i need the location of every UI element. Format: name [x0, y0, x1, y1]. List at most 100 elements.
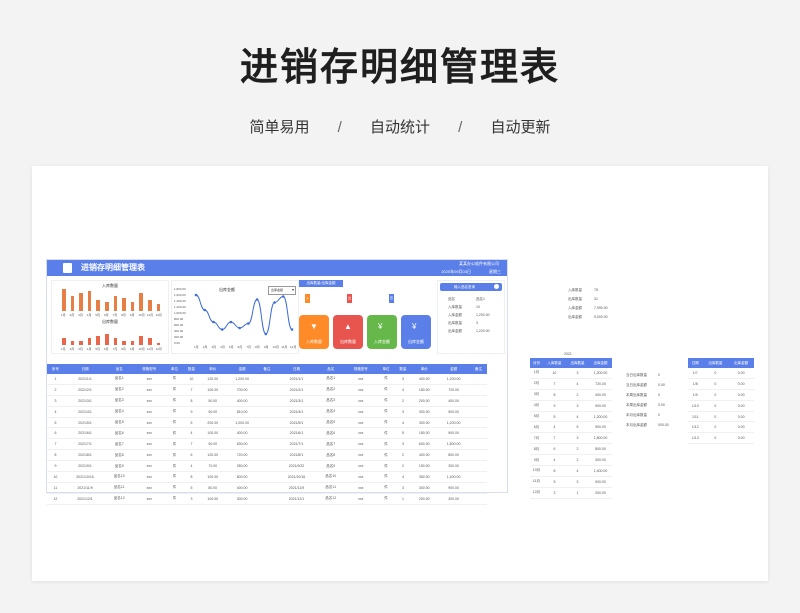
- month-tick-label: 1月: [61, 313, 66, 317]
- tag-query[interactable]: 查询: [389, 294, 394, 309]
- chart-bar: [156, 342, 161, 345]
- table-row[interactable]: 1/11 0 0.00: [688, 411, 754, 423]
- table-cell: 700.00: [225, 384, 259, 396]
- table-row[interactable]: 1 2021/1/1 品名1 xxx 件 10 120.00 1,200.00 2021/1/1…: [47, 374, 487, 385]
- table-row[interactable]: 12 2021/12/1 品名12 xxx 件 3 100.00 300.00 2021/12/…: [47, 493, 487, 505]
- table-row[interactable]: 2月 7 4 720.00: [530, 378, 612, 390]
- column-header: 品名: [106, 364, 133, 374]
- query-value: 1,220.00: [476, 329, 490, 333]
- summary-key: 出库数量: [568, 297, 582, 301]
- table-row[interactable]: 5 2021/5/1 品名5 xxx 件 5 200.00 1,000.00 2021/5/1 品…: [47, 417, 487, 429]
- table-cell: 180.00: [411, 427, 438, 440]
- table-cell: [258, 493, 276, 505]
- table-row[interactable]: 5月 5 4 1,200.00: [530, 411, 612, 423]
- table-cell: 3月: [530, 389, 543, 401]
- table-row[interactable]: 1月 10 3 1,200.00: [530, 368, 612, 379]
- table-row[interactable]: 4 2021/4/1 品名4 xxx 件 9 90.00 810.00 2021/4/1 品名4 x…: [47, 406, 487, 418]
- table-cell: 1: [394, 493, 412, 505]
- table-cell: 80.00: [199, 482, 226, 494]
- table-cell: 200.00: [411, 395, 438, 407]
- table-row[interactable]: 7月 7 3 1,800.00: [530, 432, 612, 445]
- column-header: 单价: [411, 364, 438, 374]
- table-cell: 2: [565, 389, 589, 401]
- column-header: 规格型号: [132, 364, 167, 374]
- table-row[interactable]: 1/12 0 0.00: [688, 421, 754, 434]
- table-cell: 5: [542, 411, 566, 423]
- table-cell: 品名3: [106, 395, 133, 407]
- table-cell: 2021/7/1: [63, 438, 107, 451]
- query-value: 品名1: [476, 297, 485, 301]
- table-row[interactable]: 9 2021/9/1 品名9 xxx 件 4 70.00 280.00 2021/9/22 品名9…: [47, 460, 487, 473]
- in-amount-button[interactable]: ¥ 入库金额: [367, 315, 397, 349]
- data-point: [212, 320, 215, 324]
- table-cell: 4: [565, 465, 589, 477]
- table-cell: 2: [394, 449, 412, 462]
- month-tick-label: 5月: [95, 313, 101, 317]
- table-row[interactable]: 1/8 0 0.00: [688, 378, 754, 390]
- tag-out[interactable]: 出库: [347, 294, 352, 309]
- out-amount-button[interactable]: ¥ 出库金额: [401, 315, 431, 349]
- table-cell: xxx: [132, 374, 167, 385]
- table-cell: 1,800.00: [588, 432, 612, 445]
- table-cell: 3: [542, 487, 566, 499]
- chart-bar: [148, 338, 152, 345]
- column-header: 单价: [199, 364, 226, 374]
- table-cell: 720.00: [437, 384, 470, 396]
- table-row[interactable]: 3月 8 2 400.00: [530, 389, 612, 401]
- table-cell: 280.00: [225, 460, 259, 473]
- table-row[interactable]: 6 2021/6/1 品名6 xxx 件 4 100.00 400.00 2021/6/1 品名6…: [47, 427, 487, 440]
- table-row[interactable]: 12月 3 1 200.00: [530, 487, 612, 499]
- table-row[interactable]: 6月 4 5 900.00: [530, 421, 612, 434]
- table-cell: 150.00: [411, 460, 438, 473]
- table-row[interactable]: 8月 6 2 800.00: [530, 443, 612, 456]
- table-cell: 件: [166, 374, 183, 385]
- table-cell: 2: [394, 395, 412, 407]
- table-row[interactable]: 1/7 0 0.00: [688, 368, 754, 379]
- table-row[interactable]: 2 2021/2/1 品名2 xxx 件 7 100.00 700.00 2021/2/1 品名2…: [47, 384, 487, 396]
- feature-easy: 简单易用: [249, 119, 310, 136]
- in-quantity-button[interactable]: ▼ 入库数量: [299, 315, 329, 349]
- sheet-header: 进销存明细管理表 某某办公软件有限公司 2020年09月03日 星期三: [47, 260, 507, 276]
- table-cell: 1月: [530, 368, 543, 379]
- table-cell: xxx: [132, 417, 167, 429]
- table-cell: 400.00: [225, 427, 259, 440]
- daily-header-row: 日期 出库数量 出库金额: [688, 358, 754, 368]
- query-header[interactable]: 输入品名查询: [440, 283, 502, 291]
- table-cell: 6: [182, 449, 200, 462]
- chart-bar: [87, 291, 92, 311]
- table-row[interactable]: 1/10 0 0.00: [688, 400, 754, 412]
- table-cell: 350.00: [411, 471, 438, 483]
- table-cell: 4: [565, 378, 589, 390]
- table-row[interactable]: 4月 9 3 900.00: [530, 400, 612, 412]
- table-cell: 800.00: [588, 443, 612, 456]
- table-row[interactable]: 11 2021/11/9 品名11 xxx 件 5 80.00 400.00 2021/11/9…: [47, 482, 487, 494]
- table-cell: 0.00: [728, 421, 754, 434]
- period-value: 0.00: [658, 382, 665, 387]
- table-row[interactable]: 3 2021/3/1 品名3 xxx 件 8 50.00 400.00 2021/3/1 品名3 x…: [47, 395, 487, 407]
- table-row[interactable]: 10 2021/10/16 品名10 xxx 件 8 100.00 800.00 2021/10…: [47, 471, 487, 483]
- column-header: 入库数量: [542, 358, 566, 368]
- summary-key: 入库数量: [568, 288, 582, 292]
- table-cell: 5: [394, 427, 412, 440]
- table-cell: 1: [565, 487, 589, 499]
- table-row[interactable]: 10月 8 4 1,400.00: [530, 465, 612, 477]
- column-header: 单位: [166, 364, 183, 374]
- table-cell: [258, 374, 276, 385]
- table-cell: 0: [702, 432, 729, 445]
- out-quantity-button[interactable]: ▲ 出库数量: [333, 315, 363, 349]
- table-row[interactable]: 7 2021/7/1 品名7 xxx 件 7 90.00 630.00 2021/7/1 品名7 x…: [47, 438, 487, 451]
- table-cell: 品名6: [106, 427, 133, 440]
- month-tick-label: 12月: [155, 347, 162, 351]
- series-line: [195, 294, 293, 335]
- table-cell: 1/10: [688, 400, 703, 412]
- table-row[interactable]: 11月 5 3 900.00: [530, 476, 612, 488]
- table-row[interactable]: 8 2021/8/1 品名8 xxx 件 6 120.00 720.00 2021/8/1 品名8…: [47, 449, 487, 462]
- tag-in[interactable]: 入库: [305, 294, 310, 309]
- monthly-header-row: 月份 入库数量 出库数量 出库金额: [530, 358, 612, 368]
- table-row[interactable]: 9月 4 2 300.00: [530, 454, 612, 467]
- table-cell: 5月: [530, 411, 543, 423]
- table-cell: xxx: [343, 427, 378, 440]
- table-row[interactable]: 1/9 0 0.00: [688, 389, 754, 401]
- table-cell: 6: [542, 443, 566, 456]
- table-row[interactable]: 1/13 0 0.00: [688, 432, 754, 445]
